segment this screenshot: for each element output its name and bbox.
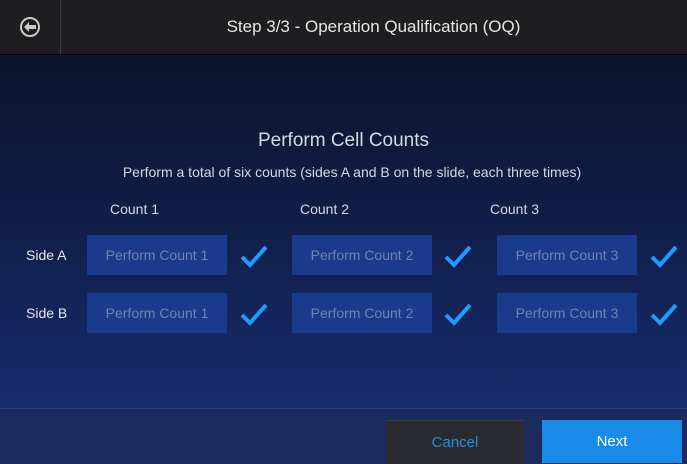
back-arrow-circle-icon[interactable]: [20, 17, 40, 37]
checkmark-icon: [650, 303, 678, 326]
row-label-side-b: Side B: [26, 305, 68, 321]
row-label-side-a: Side A: [26, 247, 67, 263]
checkmark-icon: [444, 245, 472, 268]
perform-count-2-side-b-button[interactable]: Perform Count 2: [292, 293, 432, 333]
perform-count-1-side-b-button[interactable]: Perform Count 1: [87, 293, 227, 333]
checkmark-icon: [444, 303, 472, 326]
header-title: Step 3/3 - Operation Qualification (OQ): [226, 17, 521, 36]
cancel-button[interactable]: Cancel: [386, 420, 524, 464]
checkmark-icon: [650, 245, 678, 268]
checkmark-icon: [240, 303, 268, 326]
column-header-count-3: Count 3: [490, 201, 540, 217]
perform-count-3-side-b-button[interactable]: Perform Count 3: [497, 293, 637, 333]
checkmark-icon: [240, 245, 268, 268]
screen: Step 3/3 - Operation Qualification (OQ) …: [0, 0, 687, 464]
perform-count-2-side-a-button[interactable]: Perform Count 2: [292, 235, 432, 275]
column-header-count-2: Count 2: [300, 201, 350, 217]
next-button[interactable]: Next: [542, 420, 682, 463]
perform-count-1-side-a-button[interactable]: Perform Count 1: [87, 235, 227, 275]
page-subtitle: Perform a total of six counts (sides A a…: [122, 164, 582, 180]
perform-count-3-side-a-button[interactable]: Perform Count 3: [497, 235, 637, 275]
column-header-count-1: Count 1: [110, 201, 160, 217]
page-title: Perform Cell Counts: [257, 130, 430, 151]
header-bar: Step 3/3 - Operation Qualification (OQ): [0, 0, 687, 55]
back-button[interactable]: [0, 0, 61, 54]
